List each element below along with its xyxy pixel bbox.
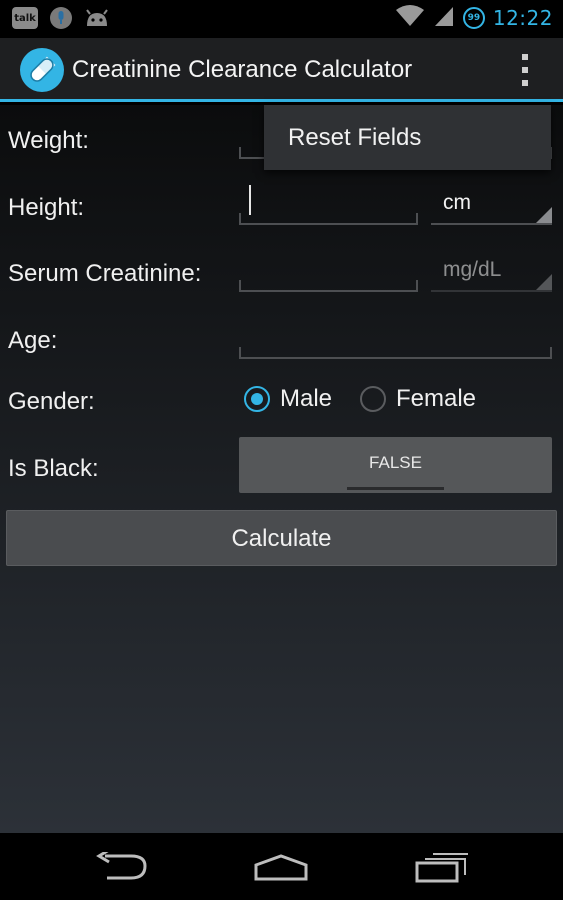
reset-fields-menu-item[interactable]: Reset Fields — [288, 124, 421, 152]
overflow-menu-popup: Reset Fields — [264, 105, 551, 170]
status-bar: talk 99 12:22 — [0, 0, 563, 38]
calculate-button[interactable]: Calculate — [6, 510, 557, 566]
creatinine-unit-spinner[interactable]: mg/dL — [431, 252, 552, 292]
android-icon — [84, 6, 110, 30]
calculator-form: Weight: Height: cm Serum Creatinine: mg/… — [0, 105, 563, 833]
is-black-label: Is Black: — [8, 455, 99, 482]
text-cursor — [249, 185, 251, 215]
battery-icon: 99 — [462, 7, 485, 29]
age-input[interactable] — [239, 319, 552, 359]
height-input[interactable] — [239, 185, 418, 225]
weight-label: Weight: — [8, 127, 89, 154]
gender-radio-male[interactable]: Male — [244, 385, 332, 413]
talk-badge-text: talk — [12, 7, 38, 29]
gender-option-label: Male — [280, 385, 333, 412]
serum-creatinine-input[interactable] — [239, 252, 418, 292]
height-label: Height: — [8, 194, 85, 221]
navigation-bar — [0, 833, 563, 900]
overflow-menu-icon[interactable] — [517, 54, 533, 86]
height-unit-value: cm — [443, 191, 471, 214]
height-unit-spinner[interactable]: cm — [431, 185, 552, 225]
signal-icon — [433, 4, 455, 32]
is-black-toggle-text: FALSE — [369, 453, 422, 472]
age-label: Age: — [8, 327, 58, 354]
app-title: Creatinine Clearance Calculator — [72, 56, 413, 83]
gender-radio-female[interactable]: Female — [360, 385, 476, 413]
toggle-indicator — [347, 487, 444, 490]
status-time: 12:22 — [492, 6, 553, 30]
pill-icon[interactable] — [20, 48, 64, 92]
dropdown-triangle-icon — [536, 207, 552, 223]
radio-checked-icon — [244, 386, 270, 412]
gender-label: Gender: — [8, 388, 95, 415]
recent-apps-icon[interactable] — [412, 849, 472, 885]
talk-icon: talk — [12, 6, 38, 30]
serum-creatinine-label: Serum Creatinine: — [8, 260, 202, 287]
creatinine-unit-value: mg/dL — [443, 258, 502, 281]
radio-unchecked-icon — [360, 386, 386, 412]
gender-option-label: Female — [396, 385, 477, 412]
back-icon[interactable] — [92, 849, 152, 885]
home-icon[interactable] — [251, 849, 311, 885]
calculate-button-label: Calculate — [231, 525, 332, 552]
is-black-toggle[interactable]: FALSE — [239, 437, 552, 493]
wifi-icon — [395, 4, 425, 32]
dropdown-triangle-icon — [536, 274, 552, 290]
microphone-icon — [48, 6, 74, 30]
action-bar: Creatinine Clearance Calculator — [0, 38, 563, 102]
